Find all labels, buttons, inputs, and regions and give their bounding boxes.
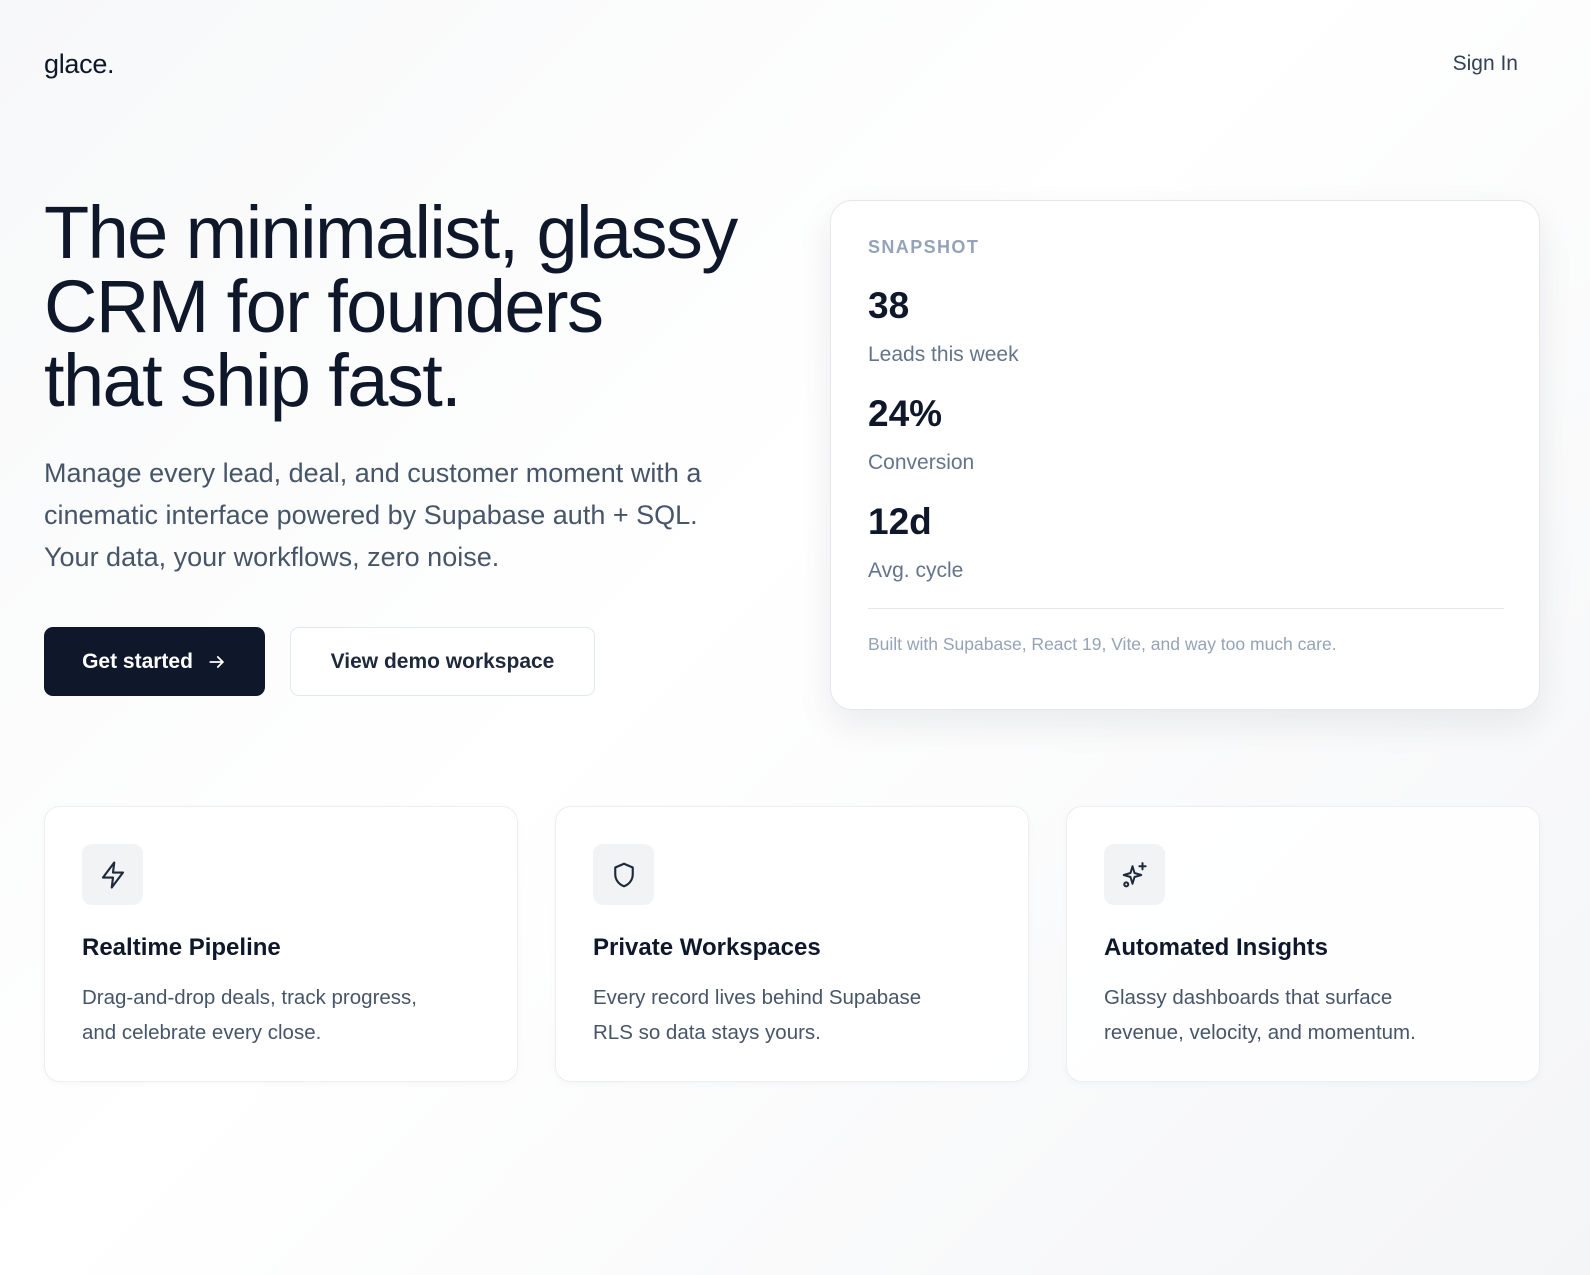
- hero-title-line: that ship fast.: [44, 339, 462, 422]
- feature-grid: Realtime Pipeline Drag-and-drop deals, t…: [44, 806, 1540, 1082]
- sign-in-link[interactable]: Sign In: [1453, 52, 1518, 76]
- metric-cycle: 12d Avg. cycle: [868, 500, 1502, 584]
- hero-title-line: The minimalist, glassy: [44, 191, 738, 274]
- feature-description: Drag-and-drop deals, track progress, and…: [82, 980, 480, 1050]
- snapshot-label: SNAPSHOT: [868, 237, 980, 257]
- feature-icon-box: [82, 844, 143, 905]
- snapshot-footer: Built with Supabase, React 19, Vite, and…: [868, 634, 1337, 654]
- sparkles-icon: [1122, 861, 1147, 887]
- metric-value: 38: [868, 285, 910, 326]
- metric-label: Leads this week: [868, 343, 1019, 366]
- feature-desc-line: Glassy dashboards that surface: [1104, 986, 1393, 1009]
- hero-subtitle-line: Your data, your workflows, zero noise.: [44, 542, 500, 572]
- top-nav: glace. Sign In: [44, 44, 1518, 84]
- feature-description: Glassy dashboards that surface revenue, …: [1104, 980, 1502, 1050]
- feature-title: Private Workspaces: [593, 934, 821, 961]
- feature-desc-line: and celebrate every close.: [82, 1021, 322, 1044]
- arrow-right-icon: [209, 655, 224, 668]
- feature-title: Realtime Pipeline: [82, 934, 281, 961]
- feature-icon-box: [1104, 844, 1165, 905]
- hero-title-line: CRM for founders: [44, 265, 604, 348]
- get-started-label: Get started: [82, 649, 193, 673]
- lightning-icon: [101, 860, 124, 889]
- feature-title: Automated Insights: [1104, 934, 1329, 961]
- metric-label: Avg. cycle: [868, 559, 964, 582]
- feature-description: Every record lives behind Supabase RLS s…: [593, 980, 991, 1050]
- feature-desc-line: revenue, velocity, and momentum.: [1104, 1021, 1416, 1044]
- feature-card-private-workspaces: Private Workspaces Every record lives be…: [555, 806, 1029, 1082]
- view-demo-button[interactable]: View demo workspace: [290, 627, 595, 696]
- metric-leads: 38 Leads this week: [868, 284, 1502, 368]
- snapshot-card: SNAPSHOT 38 Leads this week 24% Conversi…: [830, 200, 1540, 710]
- hero-subtitle-line: cinematic interface powered by Supabase …: [44, 500, 698, 530]
- metric-label: Conversion: [868, 451, 975, 474]
- snapshot-divider: [868, 608, 1504, 609]
- hero-subtitle-line: Manage every lead, deal, and customer mo…: [44, 458, 702, 488]
- feature-icon-box: [593, 844, 654, 905]
- feature-desc-line: Drag-and-drop deals, track progress,: [82, 986, 417, 1009]
- logo[interactable]: glace.: [44, 49, 115, 80]
- feature-desc-line: RLS so data stays yours.: [593, 1021, 821, 1044]
- metric-conversion: 24% Conversion: [868, 392, 1502, 476]
- metric-value: 12d: [868, 501, 932, 542]
- feature-desc-line: Every record lives behind Supabase: [593, 986, 922, 1009]
- get-started-button[interactable]: Get started: [44, 627, 265, 696]
- hero-title: The minimalist, glassy CRM for founders …: [44, 196, 804, 418]
- cta-row: Get started View demo workspace: [44, 627, 595, 696]
- feature-card-automated-insights: Automated Insights Glassy dashboards tha…: [1066, 806, 1540, 1082]
- metric-value: 24%: [868, 393, 943, 434]
- feature-card-realtime-pipeline: Realtime Pipeline Drag-and-drop deals, t…: [44, 806, 518, 1082]
- shield-icon: [613, 862, 634, 887]
- hero-subtitle: Manage every lead, deal, and customer mo…: [44, 452, 784, 578]
